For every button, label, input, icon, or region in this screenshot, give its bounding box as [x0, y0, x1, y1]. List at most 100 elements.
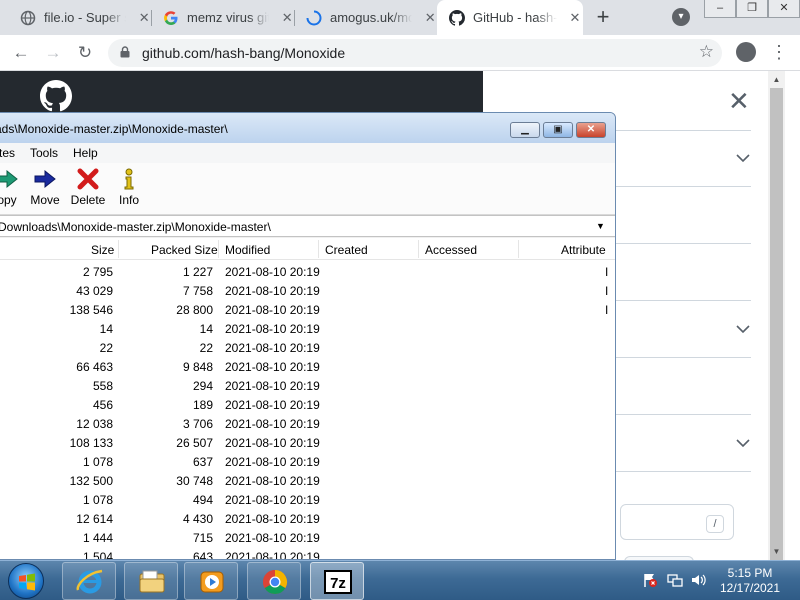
media-player-icon: [200, 571, 224, 593]
table-row[interactable]: 558 294 2021-08-10 20:19: [0, 377, 615, 396]
table-row[interactable]: 108 133 26 507 2021-08-10 20:19: [0, 434, 615, 453]
column-divider[interactable]: [118, 240, 119, 258]
chevron-down-icon[interactable]: [736, 438, 750, 448]
table-row[interactable]: 1 078 637 2021-08-10 20:19: [0, 453, 615, 472]
browser-tab-github[interactable]: GitHub - hash-bang/Monoxide ✕: [437, 0, 583, 35]
modified-date-cell: 2021-08-10 20:19: [225, 550, 320, 560]
search-shortcut-key: /: [706, 515, 724, 533]
address-path-combobox[interactable]: Downloads\Monoxide-master.zip\Monoxide-m…: [0, 215, 615, 237]
window-minimize-icon[interactable]: –: [704, 0, 736, 18]
taskbar-chrome[interactable]: [247, 562, 301, 600]
network-icon[interactable]: [667, 572, 683, 588]
delete-x-icon: [77, 168, 99, 190]
column-attributes[interactable]: Attribute: [561, 243, 606, 257]
action-center-flag-icon[interactable]: [642, 572, 658, 588]
table-row[interactable]: 22 22 2021-08-10 20:19: [0, 339, 615, 358]
google-icon: [164, 10, 178, 25]
table-row[interactable]: 12 038 3 706 2021-08-10 20:19: [0, 415, 615, 434]
bookmark-star-icon[interactable]: ☆: [699, 42, 714, 62]
close-menu-icon[interactable]: ✕: [728, 86, 750, 117]
attributes-cell: I: [605, 284, 609, 298]
file-size-cell: 66 463: [76, 360, 113, 374]
column-packed-size[interactable]: Packed Size: [151, 243, 218, 257]
dropdown-arrow-icon[interactable]: ▼: [596, 221, 605, 231]
tab-title: file.io - Super simple file sharing: [44, 10, 126, 25]
minimize-button[interactable]: ▁: [510, 122, 540, 138]
menu-help[interactable]: Help: [73, 146, 98, 160]
back-arrow-icon[interactable]: ←: [10, 42, 32, 64]
table-row[interactable]: 1 078 494 2021-08-10 20:19: [0, 491, 615, 510]
table-row[interactable]: 1 444 715 2021-08-10 20:19: [0, 529, 615, 548]
scroll-down-arrow-icon[interactable]: ▼: [768, 543, 785, 560]
packed-size-cell: 1 227: [182, 265, 213, 279]
file-size-cell: 2 795: [82, 265, 113, 279]
volume-icon[interactable]: [690, 572, 706, 588]
file-size-cell: 558: [92, 379, 113, 393]
table-row[interactable]: 43 029 7 758 2021-08-10 20:19 I: [0, 282, 615, 301]
packed-size-cell: 9 848: [182, 360, 213, 374]
scrollbar-thumb[interactable]: [770, 88, 783, 570]
move-button[interactable]: Move: [23, 167, 67, 207]
table-row[interactable]: 132 500 30 748 2021-08-10 20:19: [0, 472, 615, 491]
sevenzip-toolbar: opy Move Delete Info: [0, 163, 615, 215]
browser-menu-icon[interactable]: ⋮: [770, 42, 788, 62]
tab-search-icon[interactable]: ▾: [672, 8, 690, 26]
modified-date-cell: 2021-08-10 20:19: [225, 512, 320, 526]
taskbar-7zip[interactable]: 7z: [310, 562, 364, 600]
packed-size-cell: 30 748: [176, 474, 213, 488]
address-bar[interactable]: github.com/hash-bang/Monoxide ☆: [108, 39, 722, 67]
column-created[interactable]: Created: [325, 243, 368, 257]
start-button[interactable]: [8, 563, 44, 599]
page-scrollbar[interactable]: ▲ ▼: [768, 71, 785, 570]
window-restore-icon[interactable]: ❐: [736, 0, 768, 18]
column-accessed[interactable]: Accessed: [425, 243, 477, 257]
modified-date-cell: 2021-08-10 20:19: [225, 531, 320, 545]
tab-close-icon[interactable]: ✕: [567, 10, 583, 26]
column-size[interactable]: Size: [91, 243, 114, 257]
modified-date-cell: 2021-08-10 20:19: [225, 455, 320, 469]
info-button[interactable]: Info: [107, 167, 151, 207]
window-close-icon[interactable]: ✕: [768, 0, 800, 18]
chevron-down-icon[interactable]: [736, 324, 750, 334]
tab-close-icon[interactable]: ✕: [422, 10, 438, 26]
chevron-down-icon[interactable]: [736, 153, 750, 163]
browser-tab-fileio[interactable]: file.io - Super simple file sharing ✕: [0, 0, 152, 35]
browser-tab-amogus[interactable]: amogus.uk/monoxide ✕: [286, 0, 438, 35]
table-row[interactable]: 12 614 4 430 2021-08-10 20:19: [0, 510, 615, 529]
profile-avatar-icon[interactable]: [736, 42, 756, 62]
delete-button[interactable]: Delete: [66, 167, 110, 207]
menu-favorites[interactable]: tes: [0, 146, 15, 160]
menu-tools[interactable]: Tools: [30, 146, 58, 160]
modified-date-cell: 2021-08-10 20:19: [225, 322, 320, 336]
maximize-button[interactable]: ▣: [543, 122, 573, 138]
file-size-cell: 1 444: [82, 531, 113, 545]
window-title: ads\Monoxide-master.zip\Monoxide-master\: [0, 122, 228, 136]
table-row[interactable]: 14 14 2021-08-10 20:19: [0, 320, 615, 339]
table-row[interactable]: 2 795 1 227 2021-08-10 20:19 I: [0, 263, 615, 282]
column-divider[interactable]: [218, 240, 219, 258]
forward-arrow-icon[interactable]: →: [42, 42, 64, 64]
taskbar-internet-explorer[interactable]: [62, 562, 116, 600]
table-row[interactable]: 1 504 643 2021-08-10 20:19: [0, 548, 615, 560]
taskbar-media-player[interactable]: [184, 562, 238, 600]
info-label: Info: [118, 193, 139, 207]
system-clock[interactable]: 5:15 PM 12/17/2021: [706, 566, 794, 596]
reload-icon[interactable]: ↻: [74, 42, 96, 64]
url-text[interactable]: github.com/hash-bang/Monoxide: [142, 45, 345, 61]
table-row[interactable]: 456 189 2021-08-10 20:19: [0, 396, 615, 415]
modified-date-cell: 2021-08-10 20:19: [225, 303, 320, 317]
table-row[interactable]: 138 546 28 800 2021-08-10 20:19 I: [0, 301, 615, 320]
browser-tab-memz[interactable]: memz virus github ✕: [143, 0, 295, 35]
table-row[interactable]: 66 463 9 848 2021-08-10 20:19: [0, 358, 615, 377]
taskbar-windows-explorer[interactable]: [124, 562, 178, 600]
column-divider[interactable]: [318, 240, 319, 258]
tab-title: GitHub - hash-bang/Monoxide: [473, 10, 557, 25]
packed-size-cell: 715: [192, 531, 213, 545]
column-modified[interactable]: Modified: [225, 243, 270, 257]
column-divider[interactable]: [418, 240, 419, 258]
close-button[interactable]: ✕: [576, 122, 606, 138]
new-tab-button[interactable]: +: [592, 6, 614, 29]
scroll-up-arrow-icon[interactable]: ▲: [768, 71, 785, 88]
github-logo-icon[interactable]: [40, 80, 72, 112]
column-divider[interactable]: [518, 240, 519, 258]
